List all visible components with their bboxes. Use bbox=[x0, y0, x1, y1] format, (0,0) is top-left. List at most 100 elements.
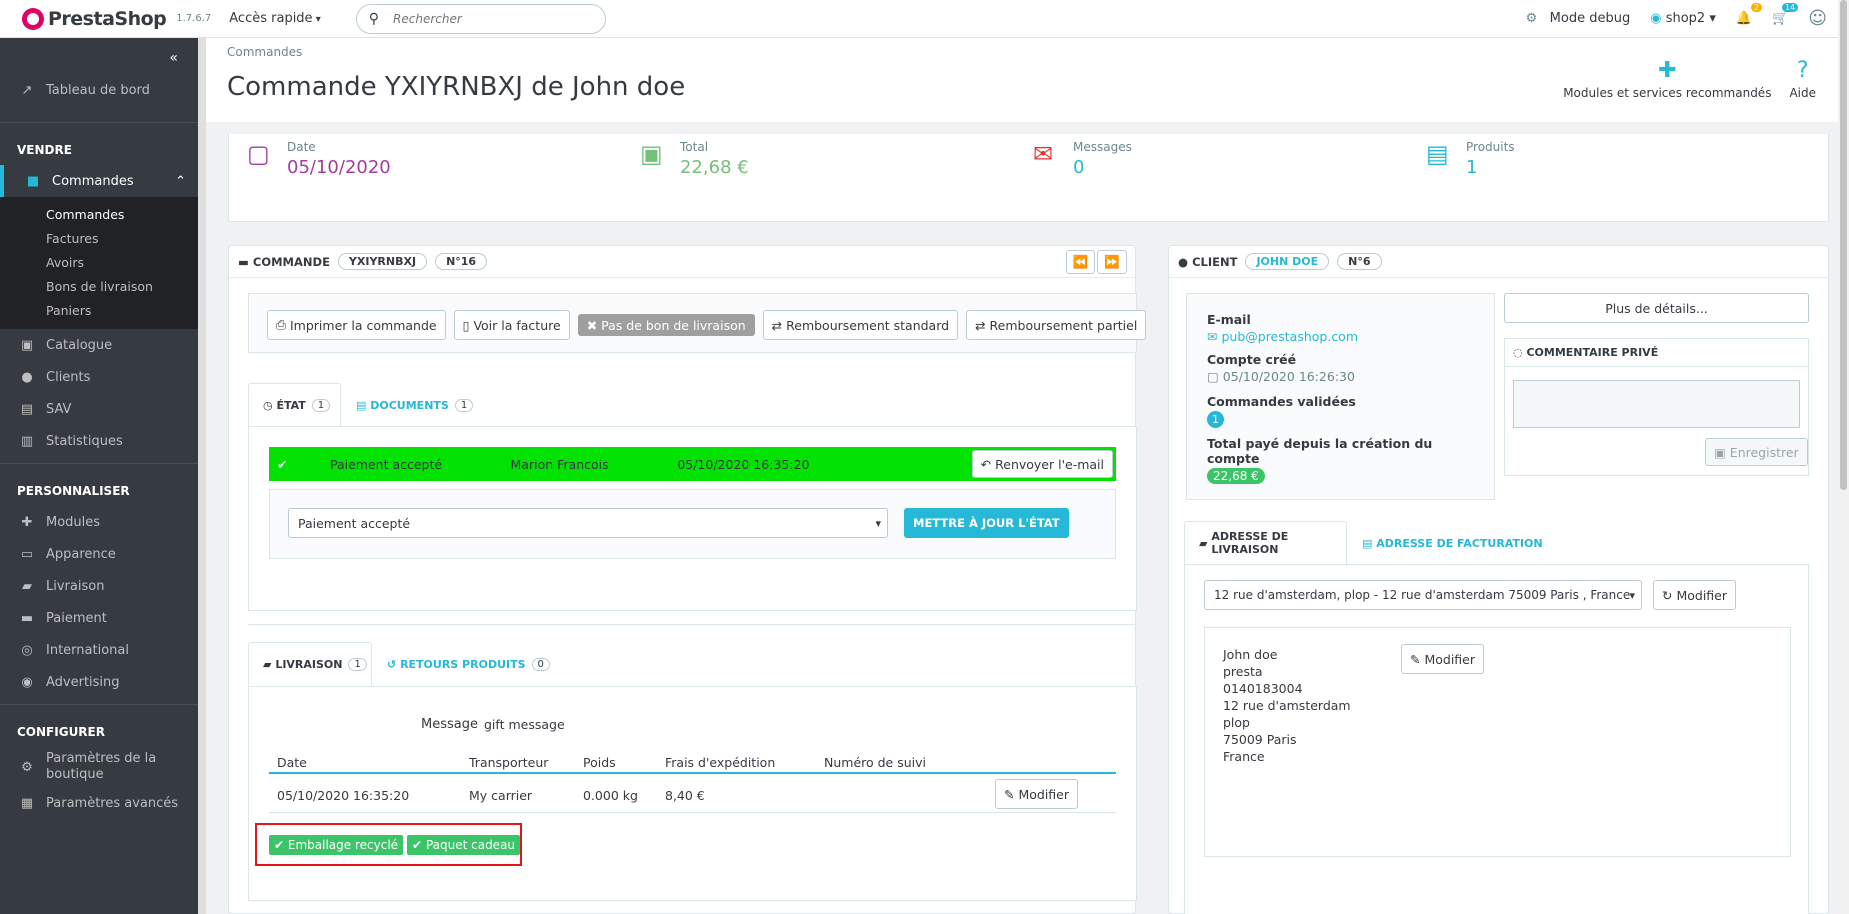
tab-returns[interactable]: ↺ RETOURS PRODUITS 0 bbox=[373, 642, 564, 686]
prestashop-logo-icon bbox=[22, 7, 44, 30]
more-details-button[interactable]: Plus de détails... bbox=[1504, 293, 1809, 323]
col-carrier: Transporteur bbox=[469, 755, 549, 770]
modules-recommended-button[interactable]: ✚ Modules et services recommandés bbox=[1563, 58, 1771, 100]
tab-status[interactable]: ◷ ÉTAT 1 bbox=[248, 383, 341, 427]
tab-invoice-address[interactable]: ▤ ADRESSE DE FACTURATION bbox=[1348, 521, 1557, 565]
status-name: Paiement accepté bbox=[329, 456, 443, 472]
logo[interactable]: PrestaShop bbox=[22, 7, 167, 30]
sidebar-item-advertising[interactable]: ◉ Advertising bbox=[0, 666, 198, 698]
address-lines: John doe presta 0140183004 12 rue d'amst… bbox=[1223, 646, 1351, 765]
notifications-orders[interactable]: 🔔 2 bbox=[1736, 3, 1763, 26]
print-order-button[interactable]: ⎙ Imprimer la commande bbox=[267, 310, 446, 340]
view-invoice-button[interactable]: ▯ Voir la facture bbox=[453, 310, 570, 340]
kpi-value[interactable]: 1 bbox=[1466, 157, 1515, 178]
top-bar: PrestaShop 1.7.6.7 Accès rapide ⚲ ⚙ Mode… bbox=[0, 0, 1849, 38]
check-icon: ✔ bbox=[277, 456, 288, 472]
address-select[interactable]: 12 rue d'amsterdam, plop - 12 rue d'amst… bbox=[1204, 580, 1642, 610]
address-line: 75009 Paris bbox=[1223, 732, 1297, 747]
notifications-customers[interactable]: 🛒 14 bbox=[1772, 3, 1799, 26]
edit-shipping-button[interactable]: ✎ Modifier bbox=[995, 779, 1079, 809]
pencil-icon: ✎ bbox=[1004, 786, 1015, 802]
eye-icon: ◉ bbox=[1650, 11, 1662, 26]
address-line: plop bbox=[1223, 715, 1250, 730]
sidebar-item-dashboard[interactable]: ↗ Tableau de bord bbox=[0, 74, 198, 106]
sidebar-item-modules[interactable]: ✚ Modules bbox=[0, 506, 198, 538]
help-button[interactable]: ? Aide bbox=[1789, 58, 1816, 100]
page-header: Commandes Commande YXIYRNBXJ de John doe… bbox=[206, 38, 1838, 122]
submenu-carts[interactable]: Paniers bbox=[0, 299, 198, 323]
edit-address-button[interactable]: ✎ Modifier bbox=[1401, 644, 1485, 674]
quick-access-dropdown[interactable]: Accès rapide bbox=[229, 11, 321, 26]
account-icon[interactable]: ☺ bbox=[1808, 8, 1827, 29]
sidebar-item-sav[interactable]: ▤ SAV bbox=[0, 393, 198, 425]
partial-refund-button[interactable]: ⇄ Remboursement partiel bbox=[966, 310, 1147, 340]
chevron-up-icon: ⌃ bbox=[175, 173, 186, 189]
orders-badge: 2 bbox=[1750, 3, 1763, 12]
help-label: Aide bbox=[1789, 86, 1816, 100]
prev-order-button[interactable]: ⏪ bbox=[1065, 249, 1096, 274]
col-date: Date bbox=[277, 755, 307, 770]
sidebar-item-advanced-params[interactable]: ▦ Paramètres avancés bbox=[0, 787, 198, 819]
gift-message: gift message bbox=[484, 717, 565, 732]
next-order-button[interactable]: ⏩ bbox=[1097, 249, 1127, 274]
tab-label: ADRESSE DE FACTURATION bbox=[1376, 536, 1543, 550]
breadcrumb[interactable]: Commandes bbox=[227, 45, 302, 59]
total-paid-label: Total payé depuis la création du compte bbox=[1207, 436, 1433, 466]
submenu-orders[interactable]: Commandes bbox=[0, 203, 198, 227]
status-update-form: Paiement accepté METTRE À JOUR L'ÉTAT bbox=[269, 489, 1116, 559]
shop-selector[interactable]: ◉ shop2 ▾ bbox=[1650, 11, 1716, 26]
edit-address-select-button[interactable]: ↻ Modifier bbox=[1653, 580, 1737, 610]
sidebar-item-international[interactable]: ◎ International bbox=[0, 634, 198, 666]
shipping-table-header: Date Transporteur Poids Frais d'expéditi… bbox=[269, 747, 1116, 774]
search-box[interactable]: ⚲ bbox=[355, 3, 606, 34]
scroll-thumb[interactable] bbox=[1840, 0, 1847, 490]
calendar-icon: ▢ bbox=[1207, 369, 1219, 384]
credit-card-icon: ▬ bbox=[238, 254, 249, 269]
user-icon: ● bbox=[1178, 254, 1189, 269]
refresh-icon: ↻ bbox=[1662, 587, 1673, 603]
sidebar-item-appearance[interactable]: ▭ Apparence bbox=[0, 538, 198, 570]
right-scrollbar[interactable] bbox=[1838, 0, 1849, 914]
client-heading: CLIENT bbox=[1192, 254, 1238, 269]
status-select[interactable]: Paiement accepté bbox=[288, 508, 888, 538]
left-scrollbar[interactable] bbox=[198, 38, 206, 914]
basket-icon: ■ bbox=[26, 173, 40, 189]
order-reference: YXIYRNBXJ bbox=[337, 253, 428, 270]
client-email-link[interactable]: pub@prestashop.com bbox=[1221, 329, 1358, 344]
tab-documents[interactable]: ▤ DOCUMENTS 1 bbox=[342, 383, 487, 427]
print-icon: ⎙ bbox=[276, 317, 287, 332]
debug-label: Mode debug bbox=[1549, 11, 1631, 26]
sidebar-item-payment[interactable]: ▬ Paiement bbox=[0, 602, 198, 634]
puzzle-icon: ✚ bbox=[21, 514, 33, 530]
search-input[interactable] bbox=[393, 11, 574, 26]
collapse-sidebar-icon[interactable]: « bbox=[0, 38, 198, 74]
status-date: 05/10/2020 16:35:20 bbox=[677, 456, 810, 472]
debug-mode[interactable]: ⚙ Mode debug bbox=[1526, 11, 1631, 26]
sidebar-item-orders[interactable]: ■ Commandes ⌃ bbox=[0, 165, 198, 197]
standard-refund-button[interactable]: ⇄ Remboursement standard bbox=[762, 310, 959, 340]
row-carrier: My carrier bbox=[469, 788, 533, 803]
comments-icon: ✉ bbox=[1033, 140, 1054, 168]
resend-email-button[interactable]: ↶ Renvoyer l'e-mail bbox=[971, 450, 1113, 478]
sidebar-item-stats[interactable]: ▥ Statistiques bbox=[0, 425, 198, 457]
tab-shipping[interactable]: ▰ LIVRAISON 1 bbox=[248, 642, 372, 686]
submenu-credit-slips[interactable]: Avoirs bbox=[0, 251, 198, 275]
invoice-label: Voir la facture bbox=[473, 317, 561, 333]
delivery-address-content: 12 rue d'amsterdam, plop - 12 rue d'amst… bbox=[1184, 564, 1809, 914]
sidebar-item-shop-params[interactable]: ⚙ Paramètres de la boutique bbox=[0, 747, 198, 787]
sidebar-item-shipping[interactable]: ▰ Livraison bbox=[0, 570, 198, 602]
kpi-products: ▤ Produits 1 bbox=[1426, 140, 1515, 178]
submenu-invoices[interactable]: Factures bbox=[0, 227, 198, 251]
address-line: presta bbox=[1223, 664, 1263, 679]
kpi-value[interactable]: 0 bbox=[1073, 157, 1132, 178]
private-comment-textarea[interactable] bbox=[1513, 380, 1800, 428]
sidebar-item-customers[interactable]: ● Clients bbox=[0, 361, 198, 393]
sidebar-item-catalog[interactable]: ▣ Catalogue bbox=[0, 329, 198, 361]
order-number: N°16 bbox=[435, 253, 488, 270]
tab-delivery-address[interactable]: ▰ ADRESSE DE LIVRAISON bbox=[1184, 521, 1347, 565]
truck-icon: ▰ bbox=[22, 578, 32, 594]
submenu-delivery-slips[interactable]: Bons de livraison bbox=[0, 275, 198, 299]
update-state-button[interactable]: METTRE À JOUR L'ÉTAT bbox=[904, 508, 1069, 538]
client-name-link[interactable]: JOHN DOE bbox=[1245, 253, 1330, 270]
search-icon[interactable]: ⚲ bbox=[369, 11, 379, 27]
